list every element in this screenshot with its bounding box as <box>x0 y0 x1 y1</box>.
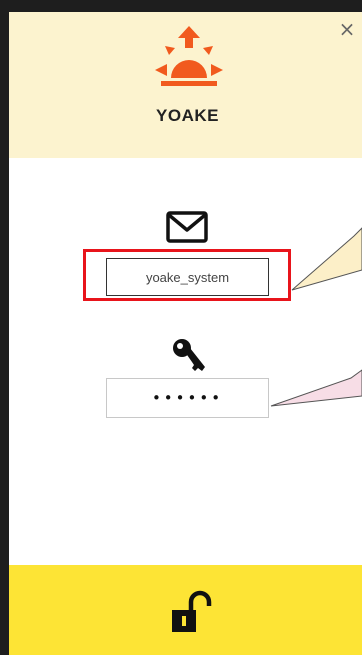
app-title: YOAKE <box>156 106 219 125</box>
username-field[interactable] <box>106 258 269 296</box>
login-window: × YOAKE <box>9 12 362 655</box>
password-field[interactable] <box>106 378 269 418</box>
close-icon[interactable]: × <box>339 17 356 41</box>
unlock-icon[interactable] <box>169 590 215 636</box>
close-button[interactable]: × <box>336 18 358 40</box>
header: × YOAKE <box>9 12 362 158</box>
mail-icon <box>166 211 208 243</box>
sunrise-icon <box>155 26 223 86</box>
key-icon <box>173 339 205 371</box>
